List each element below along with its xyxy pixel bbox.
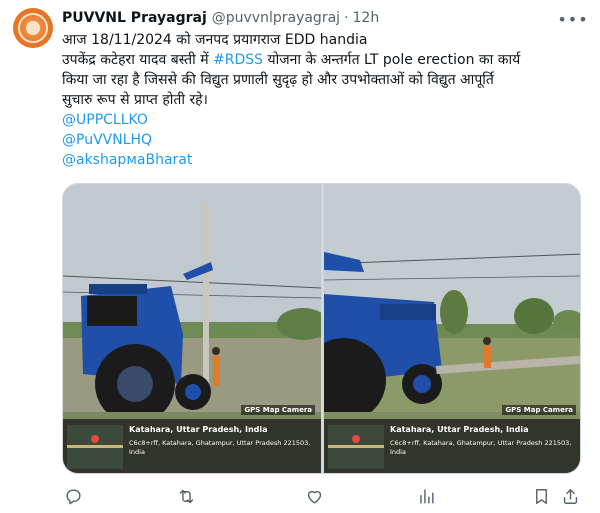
views-icon: [419, 488, 434, 504]
tweet-text-line-2: उपकेंद्र कटेहरा यादव बस्ती में #RDSS योज…: [62, 50, 582, 70]
photo-2-map-thumbnail: [328, 425, 384, 469]
tweet-text-line-2-start: उपकेंद्र कटेहरा यादव बस्ती में: [62, 52, 214, 68]
location-pin-icon: [91, 435, 99, 443]
photo-2-address: C6c8+rff, Katahara, Ghatampur, Uttar Pra…: [390, 439, 572, 456]
author-handle[interactable]: @puvvnlprayagraj: [212, 10, 340, 26]
avatar-emblem-core: [26, 21, 40, 35]
tweet-text: आज 18/11/2024 को जनपद प्रयागराज EDD hand…: [62, 30, 582, 170]
like-icon: [307, 490, 321, 504]
photo-2-location: Katahara, Uttar Pradesh, India: [390, 425, 529, 434]
more-options-button[interactable]: •••: [557, 9, 587, 29]
share-button[interactable]: [558, 484, 582, 508]
post-time[interactable]: 12h: [353, 10, 380, 26]
photo-1-address: C6c8+rff, Katahara, Ghatampur, Uttar Pra…: [129, 439, 311, 456]
photo-1-location: Katahara, Uttar Pradesh, India: [129, 425, 268, 434]
hashtag-rdss[interactable]: #RDSS: [213, 52, 263, 68]
like-button[interactable]: [302, 484, 326, 508]
reply-icon: [65, 488, 81, 504]
photo-1-gps-overlay: GPS Map Camera Katahara, Uttar Pradesh, …: [63, 405, 321, 473]
retweet-button[interactable]: [174, 484, 198, 508]
more-icon: •••: [557, 9, 589, 29]
author-avatar[interactable]: [13, 8, 53, 48]
photo-2[interactable]: GPS Map Camera Katahara, Uttar Pradesh, …: [324, 184, 580, 473]
mention-aksharmabharat[interactable]: @akshармаBharat: [62, 150, 582, 170]
media-grid: GPS Map Camera Katahara, Uttar Pradesh, …: [62, 183, 581, 474]
tweet: PUVVNL Prayagraj @puvvnlprayagraj · 12h …: [0, 0, 600, 513]
views-button[interactable]: [414, 484, 438, 508]
photo-2-gps-overlay: GPS Map Camera Katahara, Uttar Pradesh, …: [324, 405, 580, 473]
bookmark-icon: [535, 488, 547, 504]
tweet-header: PUVVNL Prayagraj @puvvnlprayagraj · 12h: [62, 8, 379, 28]
header-separator: ·: [344, 10, 349, 26]
photo-1-map-thumbnail: [67, 425, 123, 469]
mention-puvvnlhq[interactable]: @PuVVNLHQ: [62, 130, 582, 150]
retweet-icon: [179, 489, 193, 503]
tweet-text-line-3: किया जा रहा है जिससे की विद्युत प्रणाली …: [62, 72, 494, 88]
share-icon: [563, 488, 577, 504]
photo-1-map-road: [67, 445, 123, 448]
location-pin-icon: [352, 435, 360, 443]
bookmark-button[interactable]: [529, 484, 553, 508]
tweet-actions: [62, 484, 582, 508]
tweet-text-line-4: सुचारु रूप से प्राप्त होती रहे।: [62, 92, 208, 108]
tweet-text-line-2-end: योजना के अन्तर्गत LT pole erection का का…: [263, 52, 521, 68]
photo-2-map-road: [328, 445, 384, 448]
photo-1[interactable]: GPS Map Camera Katahara, Uttar Pradesh, …: [63, 184, 321, 473]
tweet-text-line-1: आज 18/11/2024 को जनपद प्रयागराज EDD hand…: [62, 32, 368, 48]
mention-uppcllko[interactable]: @UPPCLLKO: [62, 110, 582, 130]
photo-2-gps-tag: GPS Map Camera: [502, 405, 576, 415]
photo-1-gps-tag: GPS Map Camera: [241, 405, 315, 415]
reply-button[interactable]: [61, 484, 85, 508]
author-display-name[interactable]: PUVVNL Prayagraj: [62, 10, 207, 26]
